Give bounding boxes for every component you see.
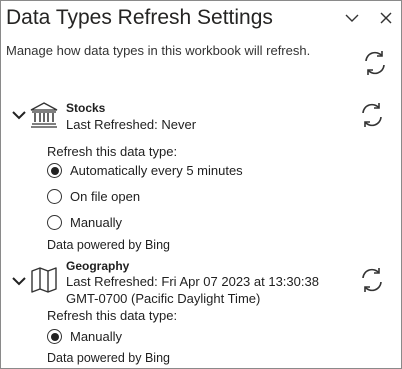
stocks-refresh-button[interactable]: [355, 98, 389, 132]
geography-type-name: Geography: [66, 259, 130, 273]
geography-powered-by: Data powered by Bing: [47, 351, 170, 365]
pane-description: Manage how data types in this workbook w…: [6, 43, 311, 58]
geography-refresh-button[interactable]: [355, 263, 389, 297]
stocks-bank-icon: [30, 102, 58, 128]
refresh-icon: [362, 103, 382, 127]
radio-unselected[interactable]: [47, 189, 62, 204]
data-types-refresh-pane: Data Types Refresh Settings Manage how d…: [0, 0, 402, 369]
refresh-all-button[interactable]: [358, 46, 392, 80]
geography-map-icon: [30, 266, 58, 294]
geography-refresh-label: Refresh this data type:: [47, 308, 178, 323]
stocks-option-manually[interactable]: Manually: [47, 215, 122, 230]
stocks-collapse-chevron-icon[interactable]: [11, 107, 27, 123]
close-icon[interactable]: [377, 9, 395, 27]
stocks-refresh-label: Refresh this data type:: [47, 144, 178, 159]
geography-option-manually[interactable]: Manually: [47, 329, 122, 344]
geography-collapse-chevron-icon[interactable]: [11, 273, 27, 289]
stocks-option-file-open[interactable]: On file open: [47, 189, 140, 204]
refresh-icon: [365, 51, 385, 75]
chevron-down-icon[interactable]: [343, 9, 361, 27]
geography-last-refreshed-tz: GMT-0700 (Pacific Daylight Time): [66, 291, 261, 306]
geography-last-refreshed: Last Refreshed: Fri Apr 07 2023 at 13:30…: [66, 274, 319, 289]
pane-title: Data Types Refresh Settings: [6, 6, 273, 29]
stocks-option-auto[interactable]: Automatically every 5 minutes: [47, 163, 243, 178]
stocks-last-refreshed: Last Refreshed: Never: [66, 117, 197, 132]
radio-unselected[interactable]: [47, 215, 62, 230]
stocks-type-name: Stocks: [66, 101, 106, 115]
stocks-powered-by: Data powered by Bing: [47, 238, 170, 252]
radio-selected[interactable]: [47, 329, 62, 344]
refresh-icon: [362, 268, 382, 292]
radio-selected[interactable]: [47, 163, 62, 178]
